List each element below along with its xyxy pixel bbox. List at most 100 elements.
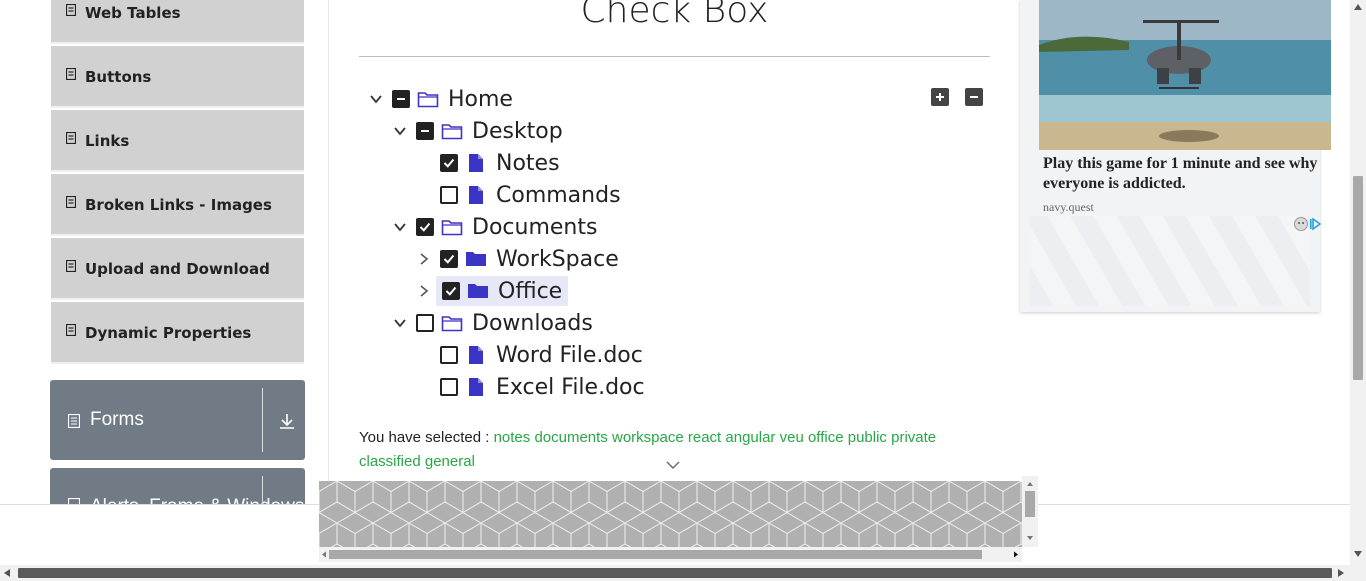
checkbox[interactable] [442,282,460,300]
sidebar-group-forms[interactable]: Forms [50,380,305,460]
divider [328,0,329,504]
scroll-arrows-icon [322,550,1018,559]
folder-open-icon [440,120,464,142]
chevron-right-icon[interactable] [412,279,436,303]
file-icon [464,376,488,398]
folder-open-icon [416,88,440,110]
tree-node-documents[interactable]: Documents [388,212,597,242]
sidebar-item-upload-download[interactable]: Upload and Download [51,238,304,300]
folder-icon [464,248,488,270]
sidebar-item-dynamic-properties[interactable]: Dynamic Properties [51,302,304,364]
tree-node-desktop[interactable]: Desktop [388,116,563,146]
collapse-all-button[interactable] [965,88,983,106]
checkbox[interactable] [440,250,458,268]
page-vertical-scrollbar[interactable] [1350,0,1366,565]
ad-banner[interactable]: Play this game for 1 minute and see why … [1020,0,1331,312]
list-icon [66,68,76,80]
checkbox[interactable] [416,218,434,236]
tree-node-excel-file[interactable]: Excel File.doc [412,372,645,402]
tree-node-label: Notes [496,150,560,176]
file-icon [464,184,488,206]
tree-node-label: Office [498,278,563,304]
chevron-down-icon[interactable] [388,311,412,335]
ad-image[interactable] [1039,0,1331,150]
sidebar-group-label: Forms [90,409,144,430]
ad-pattern [319,481,1022,547]
list-icon [66,260,76,272]
scroll-down-icon[interactable] [1354,551,1362,557]
checkbox[interactable] [440,346,458,364]
sidebar-item-web-tables[interactable]: Web Tables [51,0,304,44]
plus-icon [936,93,944,101]
tree-node-workspace[interactable]: WorkSpace [412,244,619,274]
selected-item: notes [493,429,531,446]
checkbox[interactable] [416,122,434,140]
selected-item: public [847,429,887,446]
download-icon[interactable] [278,412,296,430]
scroll-up-icon[interactable] [1354,4,1362,10]
tree-node-downloads[interactable]: Downloads [388,308,593,338]
selected-item: documents [534,429,608,446]
selected-item: classified [359,453,421,470]
list-icon [66,4,76,16]
result-prefix: You have selected : [359,429,490,446]
scroll-left-icon[interactable] [4,569,10,577]
page-title: Check Box [580,0,769,31]
divider [262,388,263,452]
sidebar-item-broken-links[interactable]: Broken Links - Images [51,174,304,236]
bottom-ad[interactable] [319,481,1022,547]
adchoices-icon[interactable] [1294,216,1324,232]
tree-node-highlight: Office [436,276,569,306]
checkbox[interactable] [440,186,458,204]
tree-node-word-file[interactable]: Word File.doc [412,340,643,370]
page-horizontal-scrollbar[interactable] [0,565,1366,581]
selected-item: private [891,429,937,446]
checkbox[interactable] [440,154,458,172]
selected-item: veu [779,429,804,446]
sidebar-item-label: Web Tables [85,4,181,22]
sidebar-item-label: Upload and Download [85,260,270,278]
sidebar-item-buttons[interactable]: Buttons [51,46,304,108]
checkbox[interactable] [416,314,434,332]
chevron-right-icon[interactable] [412,247,436,271]
tree-node-label: Desktop [472,118,563,144]
tree-node-label: Documents [472,214,598,240]
ad-headline[interactable]: Play this game for 1 minute and see why … [1043,154,1328,194]
ad-pattern [1030,216,1310,306]
chevron-down-icon[interactable] [666,460,680,470]
tree-node-label: Downloads [472,310,593,336]
ad-vertical-scrollbar[interactable] [1022,476,1038,547]
chevron-down-icon[interactable] [388,215,412,239]
tree-node-commands[interactable]: Commands [412,180,621,210]
scrollbar-thumb[interactable] [18,568,1332,578]
sidebar-item-label: Links [85,132,130,150]
list-icon [66,324,76,336]
tree-node-notes[interactable]: Notes [412,148,560,178]
ad-horizontal-scrollbar[interactable] [319,547,1022,562]
tree-node-label: Word File.doc [496,342,643,368]
document-icon [68,414,80,428]
ad-source[interactable]: navy.quest [1043,200,1094,215]
chevron-down-icon[interactable] [388,119,412,143]
checkbox[interactable] [392,90,410,108]
tree-node-home[interactable]: Home [364,84,513,114]
checkbox[interactable] [440,378,458,396]
selected-item: general [424,453,475,470]
scroll-right-icon[interactable] [1338,569,1344,577]
tree-node-label: Home [448,86,513,112]
tree-node-label: Excel File.doc [496,374,645,400]
expand-all-button[interactable] [931,88,949,106]
file-icon [464,344,488,366]
folder-open-icon [440,216,464,238]
divider [359,56,990,57]
chevron-down-icon[interactable] [364,87,388,111]
minus-icon [970,96,978,98]
sidebar-item-label: Broken Links - Images [85,196,272,214]
tree-node-office[interactable]: Office [412,276,569,306]
sidebar-item-links[interactable]: Links [51,110,304,172]
scroll-arrows-icon [1025,482,1035,540]
scrollbar-thumb[interactable] [1353,176,1363,380]
